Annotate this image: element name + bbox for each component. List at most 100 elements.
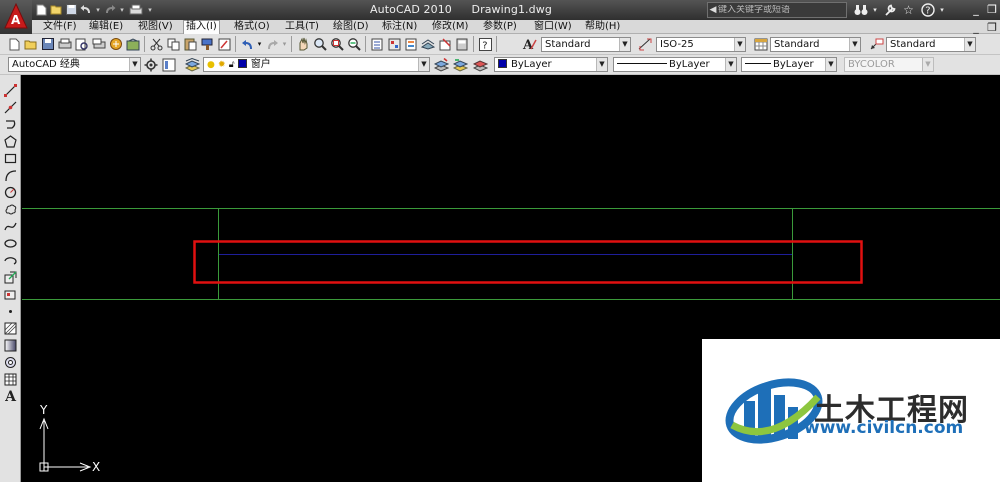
line-icon[interactable] <box>3 83 18 98</box>
doc-minimize-icon[interactable]: _ <box>968 20 984 34</box>
insert-block-icon[interactable] <box>3 270 18 285</box>
menu-dimension[interactable]: 标注(N) <box>380 20 419 34</box>
menu-help[interactable]: 帮助(H) <box>583 20 622 34</box>
color-control-select[interactable]: ByLayer ▼ <box>494 57 608 72</box>
paste-icon[interactable] <box>182 36 198 52</box>
help-tb-icon[interactable]: ? <box>477 36 493 52</box>
open-file-icon[interactable] <box>23 36 39 52</box>
ellipse-arc-icon[interactable] <box>3 253 18 268</box>
plot-preview-icon[interactable] <box>74 36 90 52</box>
circle-icon[interactable] <box>3 185 18 200</box>
restore-icon[interactable]: ❐ <box>984 2 1000 17</box>
menu-format[interactable]: 格式(O) <box>232 20 272 34</box>
menu-tools[interactable]: 工具(T) <box>283 20 321 34</box>
menu-file[interactable]: 文件(F) <box>41 20 79 34</box>
revision-cloud-icon[interactable] <box>3 202 18 217</box>
zoom-previous-icon[interactable] <box>346 36 362 52</box>
region-icon[interactable] <box>3 355 18 370</box>
cut-icon[interactable] <box>148 36 164 52</box>
infocenter-search[interactable]: ◀ <box>707 2 847 18</box>
plot-icon[interactable] <box>127 2 145 17</box>
quickcalc-icon[interactable] <box>454 36 470 52</box>
help-icon[interactable]: ? <box>919 1 936 18</box>
copy-icon[interactable] <box>165 36 181 52</box>
dim-style-select[interactable]: ISO-25 ▼ <box>656 37 746 52</box>
binoculars-icon[interactable] <box>852 1 869 18</box>
gradient-icon[interactable] <box>3 338 18 353</box>
zoom-realtime-icon[interactable] <box>312 36 328 52</box>
plot-print-icon[interactable] <box>57 36 73 52</box>
table-style-icon[interactable] <box>753 36 769 52</box>
table-style-select[interactable]: Standard ▼ <box>770 37 861 52</box>
search-expand-icon[interactable]: ◀ <box>708 3 718 17</box>
menu-draw[interactable]: 绘图(D) <box>331 20 371 34</box>
make-layer-current-icon[interactable] <box>433 57 449 73</box>
workspace-settings-icon[interactable] <box>143 57 159 73</box>
rectangle-icon[interactable] <box>3 151 18 166</box>
etransmit-icon[interactable] <box>125 36 141 52</box>
save-file-icon[interactable] <box>40 36 56 52</box>
construction-line-icon[interactable] <box>3 100 18 115</box>
menu-insert[interactable]: 插入(I) <box>183 20 220 34</box>
qnew-icon[interactable] <box>6 36 22 52</box>
arc-icon[interactable] <box>3 168 18 183</box>
layer-select[interactable]: ● ✹ 🔓︎ 窗户 ▼ <box>203 57 430 72</box>
polygon-icon[interactable] <box>3 134 18 149</box>
menu-view[interactable]: 视图(V) <box>136 20 175 34</box>
search-input[interactable] <box>718 5 842 15</box>
open-icon[interactable] <box>49 2 63 17</box>
menu-modify[interactable]: 修改(M) <box>430 20 470 34</box>
undo-dropdown-icon[interactable]: ▾ <box>94 2 102 17</box>
ellipse-icon[interactable] <box>3 236 18 251</box>
menu-edit[interactable]: 编辑(E) <box>87 20 125 34</box>
hatch-icon[interactable] <box>3 321 18 336</box>
qa-customize-icon[interactable]: ▾ <box>146 2 154 17</box>
redo-tb-icon[interactable] <box>264 36 280 52</box>
3d-dwf-icon[interactable] <box>108 36 124 52</box>
redo-tb-dropdown-icon[interactable]: ▾ <box>281 36 288 52</box>
multileader-style-icon[interactable] <box>868 36 884 52</box>
redo-icon[interactable] <box>103 2 117 17</box>
design-center-icon[interactable] <box>386 36 402 52</box>
polyline-icon[interactable] <box>3 117 18 132</box>
sheet-set-manager-icon[interactable] <box>420 36 436 52</box>
minimize-icon[interactable]: _ <box>968 2 984 17</box>
star-icon[interactable]: ☆ <box>900 1 917 18</box>
text-style-select[interactable]: Standard ▼ <box>541 37 631 52</box>
undo-tb-dropdown-icon[interactable]: ▾ <box>256 36 263 52</box>
block-editor-icon[interactable] <box>216 36 232 52</box>
point-icon[interactable] <box>3 304 18 319</box>
workspace-select[interactable]: AutoCAD 经典 ▼ <box>8 57 141 72</box>
match-properties-icon[interactable] <box>199 36 215 52</box>
make-block-icon[interactable] <box>3 287 18 302</box>
dim-style-icon[interactable] <box>637 36 653 52</box>
multiline-text-icon[interactable]: A <box>3 389 18 405</box>
text-style-icon[interactable]: A <box>521 36 537 52</box>
properties-icon[interactable] <box>369 36 385 52</box>
layer-previous-icon[interactable] <box>452 57 468 73</box>
tool-palettes-icon[interactable] <box>403 36 419 52</box>
linetype-control-select[interactable]: ByLayer ▼ <box>613 57 737 72</box>
new-icon[interactable] <box>34 2 48 17</box>
spline-icon[interactable] <box>3 219 18 234</box>
workspace-toolbar-icon[interactable] <box>161 57 177 73</box>
redo-dropdown-icon[interactable]: ▾ <box>118 2 126 17</box>
application-menu-button[interactable]: A <box>0 0 32 34</box>
pan-realtime-icon[interactable] <box>295 36 311 52</box>
wrench-icon[interactable] <box>881 1 898 18</box>
menu-window[interactable]: 窗口(W) <box>532 20 574 34</box>
menu-parametric[interactable]: 参数(P) <box>481 20 519 34</box>
search-dropdown-icon[interactable]: ▾ <box>871 1 879 18</box>
markup-set-manager-icon[interactable] <box>437 36 453 52</box>
doc-restore-icon[interactable]: ❐ <box>984 20 1000 34</box>
layer-properties-manager-icon[interactable] <box>184 57 200 73</box>
multileader-style-select[interactable]: Standard ▼ <box>886 37 976 52</box>
help-dropdown-icon[interactable]: ▾ <box>938 1 946 18</box>
publish-icon[interactable] <box>91 36 107 52</box>
save-icon[interactable] <box>64 2 78 17</box>
zoom-window-icon[interactable] <box>329 36 345 52</box>
undo-icon[interactable] <box>79 2 93 17</box>
layer-states-icon[interactable] <box>472 57 488 73</box>
lineweight-control-select[interactable]: ByLayer ▼ <box>741 57 837 72</box>
table-icon[interactable] <box>3 372 18 387</box>
